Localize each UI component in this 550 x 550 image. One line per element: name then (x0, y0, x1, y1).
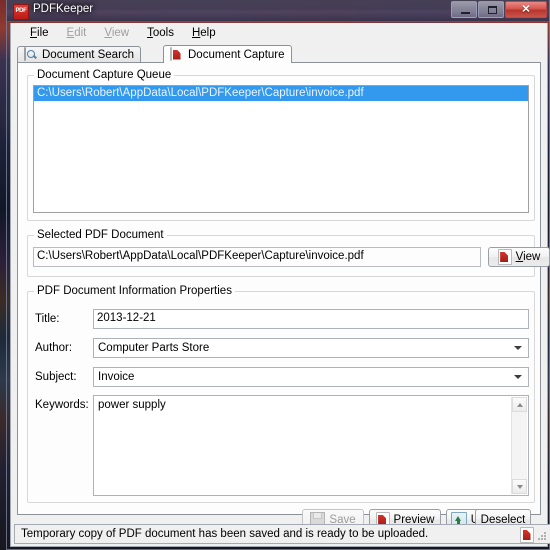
close-icon: ✕ (521, 3, 531, 15)
list-item[interactable]: C:\Users\Robert\AppData\Local\PDFKeeper\… (34, 86, 528, 101)
tab-document-search[interactable]: Document Search (17, 46, 142, 63)
search-icon (24, 47, 38, 62)
minimize-icon (461, 12, 470, 14)
menu-tools[interactable]: Tools (138, 26, 183, 40)
keywords-textarea[interactable]: power supply (93, 395, 529, 496)
document-capture-queue-group: Document Capture Queue C:\Users\Robert\A… (27, 69, 535, 221)
chevron-down-icon[interactable] (514, 375, 522, 379)
tab-document-capture-label: Document Capture (188, 48, 285, 61)
author-label: Author: (35, 342, 73, 354)
author-value: Computer Parts Store (98, 342, 210, 354)
minimize-button[interactable] (451, 1, 477, 18)
application-window: PDF PDFKeeper ✕ File Edit View Tools Hel… (6, 0, 550, 550)
resize-grip-icon[interactable] (537, 529, 547, 541)
keywords-label: Keywords: (35, 399, 89, 411)
pdf-properties-title: PDF Document Information Properties (34, 285, 235, 297)
window-controls: ✕ (450, 1, 547, 18)
menu-view: View (104, 26, 130, 39)
tab-strip: Document Search Document Capture (17, 43, 541, 63)
menu-edit: Edit (66, 26, 87, 39)
tab-document-capture[interactable]: Document Capture (163, 45, 292, 63)
scroll-up-icon[interactable] (512, 397, 527, 412)
subject-combobox[interactable]: Invoice (93, 367, 529, 387)
status-bar-right (520, 527, 547, 543)
menu-bar: File Edit View Tools Help (11, 23, 547, 42)
selected-pdf-path-field[interactable]: C:\Users\Robert\AppData\Local\PDFKeeper\… (33, 247, 481, 267)
keywords-scrollbar[interactable] (511, 397, 527, 494)
status-bar: Temporary copy of PDF document has been … (14, 524, 550, 544)
pdf-icon (497, 249, 512, 265)
close-button[interactable]: ✕ (505, 1, 547, 18)
capture-queue-listbox[interactable]: C:\Users\Robert\AppData\Local\PDFKeeper\… (33, 85, 529, 213)
selected-pdf-document-group: Selected PDF Document C:\Users\Robert\Ap… (27, 229, 550, 277)
keywords-value: power supply (98, 399, 166, 411)
view-button[interactable]: View (488, 247, 550, 267)
pdf-app-icon: PDF (13, 4, 29, 20)
scroll-down-icon[interactable] (512, 479, 527, 494)
tab-page-document-capture: Document Capture Queue C:\Users\Robert\A… (17, 63, 550, 530)
maximize-button[interactable] (478, 1, 504, 18)
title-label: Title: (35, 313, 60, 325)
tab-document-search-label: Document Search (42, 49, 135, 61)
status-message: Temporary copy of PDF document has been … (21, 528, 429, 540)
title-field[interactable]: 2013-12-21 (93, 309, 529, 329)
pdf-document-information-properties-group: PDF Document Information Properties Titl… (27, 285, 535, 503)
title-bar[interactable]: PDF PDFKeeper ✕ (7, 0, 549, 22)
subject-label: Subject: (35, 371, 77, 383)
client-area: File Edit View Tools Help Document Searc… (10, 23, 550, 547)
chevron-down-icon[interactable] (514, 346, 522, 350)
document-capture-queue-title: Document Capture Queue (34, 69, 175, 81)
pdf-icon (170, 46, 184, 62)
menu-file[interactable]: File (21, 26, 58, 40)
menu-help[interactable]: Help (183, 26, 225, 40)
author-combobox[interactable]: Computer Parts Store (93, 338, 529, 358)
selected-pdf-document-title: Selected PDF Document (34, 229, 167, 241)
window-title: PDFKeeper (33, 3, 94, 15)
maximize-icon (488, 6, 497, 14)
pdf-icon (520, 527, 534, 543)
subject-value: Invoice (98, 371, 135, 383)
